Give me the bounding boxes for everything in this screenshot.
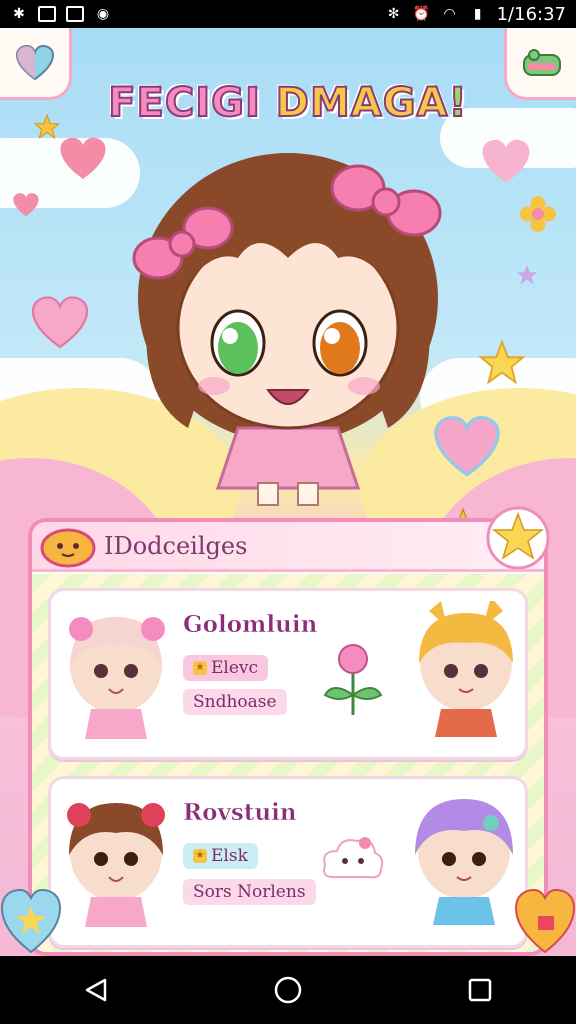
character-avatar (67, 803, 165, 927)
status-bar: ✱ ◉ ✻ ⏰ ◠ ▮ 1/16:37 (0, 0, 576, 28)
heart-decoration-icon (13, 193, 39, 217)
star-decoration-icon (478, 340, 526, 385)
main-character-illustration (132, 153, 442, 506)
character-card[interactable]: Rovstuin ★ Elsk Sors Norlens (48, 776, 528, 948)
character-card[interactable]: Golomluin ★ Elevc Sndhoase (48, 588, 528, 760)
heart-decoration-icon (482, 139, 530, 183)
title-part: FECIGI (107, 79, 276, 127)
character-avatar (419, 601, 513, 737)
app-screen: FECIGI DMAGA! IDodceilges Golomluin ★ El… (0, 28, 576, 956)
status-right-icons: ✻ ⏰ ◠ ▮ 1/16:37 (385, 4, 566, 25)
back-icon (85, 978, 107, 1002)
character-tag: Sors Norlens (183, 879, 316, 905)
star-decoration-icon (34, 114, 60, 140)
star-icon: ★ (193, 661, 207, 675)
title-part: DMAGA (275, 79, 449, 127)
character-tag: ★ Elevc (183, 655, 269, 681)
flower-icon (323, 644, 383, 715)
recents-icon (468, 978, 492, 1002)
character-panel: IDodceilges Golomluin ★ Elevc Sndhoase R… (28, 518, 548, 956)
recents-button[interactable] (450, 960, 510, 1020)
character-avatar (415, 799, 513, 925)
panel-title: IDodceilges (104, 531, 248, 560)
notification-icon (38, 6, 56, 22)
cloud-icon (323, 837, 384, 879)
panel-header: IDodceilges (32, 522, 544, 572)
heart-decoration-icon (31, 296, 89, 349)
page-title: FECIGI DMAGA! (0, 79, 576, 127)
heart-decoration-icon (60, 137, 106, 179)
sync-icon: ◉ (96, 6, 110, 22)
tag-label: Elevc (211, 658, 259, 678)
character-avatar (69, 617, 165, 739)
tag-label: Elsk (211, 846, 248, 866)
star-icon (486, 506, 550, 570)
mascot-icon (40, 528, 96, 568)
flower-decoration-icon (520, 196, 556, 232)
alarm-icon: ⏰ (412, 6, 431, 22)
character-tag: Sndhoase (183, 689, 287, 715)
star-decoration-icon (516, 264, 538, 285)
tag-label: Sors Norlens (193, 882, 306, 902)
title-part: ! (448, 79, 468, 127)
character-name: Rovstuin (183, 799, 297, 827)
app-icon (66, 6, 84, 22)
star-icon: ★ (193, 849, 207, 863)
character-list: Golomluin ★ Elevc Sndhoase Rovstuin ★ El… (32, 574, 544, 952)
home-icon (274, 976, 302, 1004)
character-tag: ★ Elsk (183, 843, 258, 869)
shop-icon (522, 48, 561, 76)
bluetooth-icon: ✱ (13, 6, 25, 22)
navigation-bar (0, 956, 576, 1024)
tag-label: Sndhoase (193, 692, 277, 712)
character-name: Golomluin (183, 611, 318, 639)
heart-decoration-icon (514, 888, 576, 954)
wifi-icon: ◠ (443, 6, 456, 22)
signal-icon: ▮ (473, 6, 482, 22)
bluetooth-icon: ✻ (387, 6, 400, 22)
heart-decoration-icon (0, 888, 62, 954)
status-time: 1/16:37 (496, 3, 566, 25)
status-left-icons: ✱ ◉ (10, 5, 112, 23)
heart-icon (15, 44, 54, 80)
home-button[interactable] (258, 960, 318, 1020)
back-button[interactable] (66, 960, 126, 1020)
